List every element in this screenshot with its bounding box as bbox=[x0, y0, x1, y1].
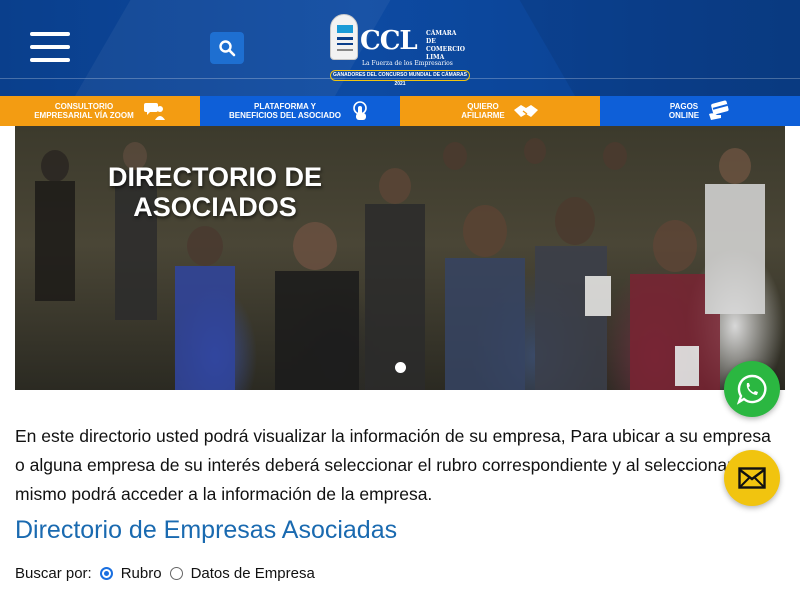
search-icon bbox=[219, 40, 236, 57]
nav-label: PLATAFORMA Y bbox=[254, 102, 316, 111]
nav-label: AFILIARME bbox=[461, 111, 505, 120]
intro-paragraph: En este directorio usted podrá visualiza… bbox=[15, 426, 771, 504]
award-badge-icon bbox=[330, 14, 358, 60]
hamburger-icon[interactable] bbox=[30, 32, 70, 64]
radio-rubro[interactable] bbox=[99, 567, 113, 580]
nav-pagos[interactable]: PAGOS ONLINE bbox=[600, 96, 800, 126]
touch-icon bbox=[353, 101, 367, 120]
radio-rubro-label[interactable]: Rubro bbox=[121, 565, 162, 582]
logo-tagline: La Fuerza de los Empresarios bbox=[362, 60, 453, 67]
logo-ribbon: GANADORES DEL CONCURSO MUNDIAL DE CÁMARA… bbox=[330, 70, 470, 87]
card-icon bbox=[709, 100, 729, 120]
nav-label: PAGOS bbox=[669, 102, 699, 111]
handshake-icon bbox=[513, 105, 538, 117]
mail-button[interactable] bbox=[724, 450, 780, 506]
radio-datos-empresa-label[interactable]: Datos de Empresa bbox=[191, 565, 315, 582]
radio-datos-empresa[interactable] bbox=[169, 567, 183, 580]
nav-label: BENEFICIOS DEL ASOCIADO bbox=[228, 111, 341, 120]
nav-label: QUIERO bbox=[467, 102, 499, 111]
carousel-dot[interactable] bbox=[395, 362, 406, 373]
search-button[interactable] bbox=[210, 32, 244, 64]
whatsapp-button[interactable] bbox=[724, 361, 780, 417]
whatsapp-icon bbox=[736, 374, 767, 405]
logo-org-name: CÁMARA DE COMERCIO LIMA bbox=[426, 30, 466, 61]
hero-title: DIRECTORIO DE ASOCIADOS bbox=[107, 162, 323, 222]
nav-plataforma[interactable]: PLATAFORMA Y BENEFICIOS DEL ASOCIADO bbox=[200, 96, 400, 126]
chat-icon bbox=[143, 103, 165, 120]
nav-label: ONLINE bbox=[668, 111, 700, 120]
mail-icon bbox=[738, 467, 766, 489]
header-decoration bbox=[496, 0, 800, 96]
nav-label: CONSULTORIO bbox=[54, 102, 114, 111]
hero-banner: DIRECTORIO DE ASOCIADOS bbox=[15, 126, 785, 390]
ccl-logo[interactable]: CCL CÁMARA DE COMERCIO LIMA La Fuerza de… bbox=[328, 14, 474, 87]
logo-wordmark: CCL bbox=[360, 26, 418, 56]
quick-nav: CONSULTORIO EMPRESARIAL VÍA ZOOM PLATAFO… bbox=[0, 96, 800, 126]
nav-label: EMPRESARIAL VÍA ZOOM bbox=[34, 111, 134, 120]
search-by-row: Buscar por: Rubro Datos de Empresa bbox=[15, 565, 315, 582]
section-title: Directorio de Empresas Asociadas bbox=[15, 516, 398, 544]
site-header: CCL CÁMARA DE COMERCIO LIMA La Fuerza de… bbox=[0, 0, 800, 96]
search-by-label: Buscar por: bbox=[15, 565, 92, 582]
nav-afiliarme[interactable]: QUIERO AFILIARME bbox=[400, 96, 600, 126]
nav-consultorio[interactable]: CONSULTORIO EMPRESARIAL VÍA ZOOM bbox=[0, 96, 200, 126]
